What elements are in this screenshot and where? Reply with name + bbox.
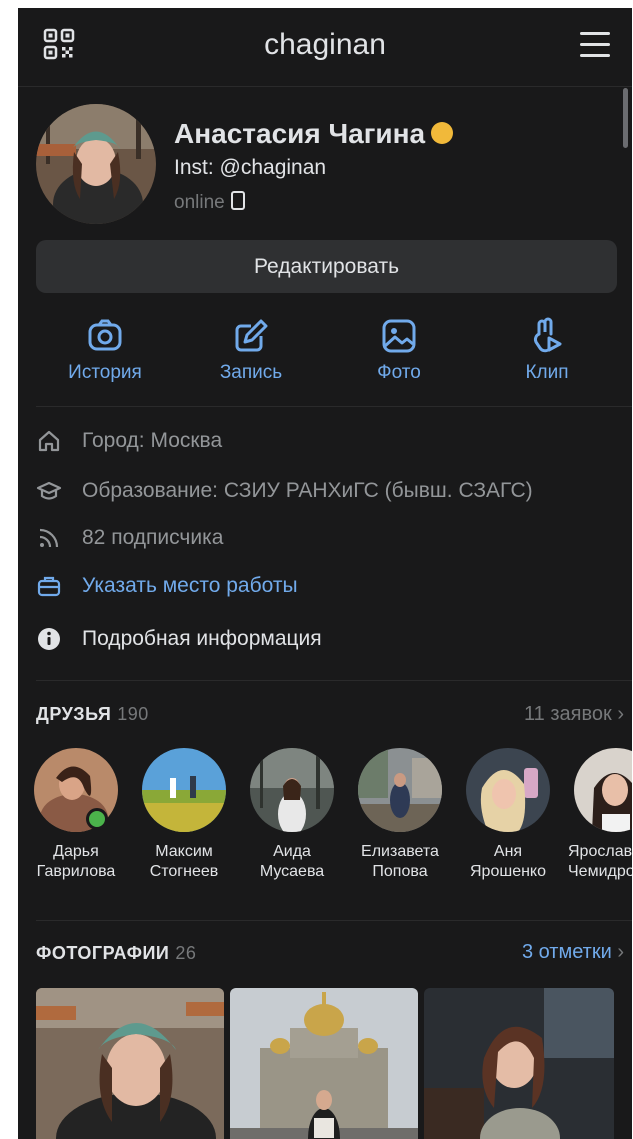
photo-thumbnail[interactable] <box>230 988 418 1139</box>
friend-name: Максим Стогнеев <box>130 842 238 882</box>
profile-status: Inst: @chaginan <box>174 156 327 179</box>
photo-tags-link[interactable]: 3 отметки › <box>522 941 624 964</box>
friend-item[interactable]: Максим Стогнеев <box>130 748 238 882</box>
chick-emoji-icon <box>431 121 454 144</box>
friends-count: 190 <box>117 704 149 724</box>
profile-screen: chaginan Анастасия Чагина Inst: @chagina… <box>18 8 632 1139</box>
info-work[interactable]: Указать место работы <box>36 571 298 601</box>
photos-title: ФОТОГРАФИИ <box>36 943 170 963</box>
friend-name: Аня Ярошенко <box>454 842 562 882</box>
more-info-text: Подробная информация <box>82 627 322 650</box>
friend-first-name: Елизавета <box>361 843 439 860</box>
photo-tags-text: 3 отметки <box>521 941 612 963</box>
friend-avatar <box>574 748 632 832</box>
profile-avatar[interactable] <box>36 104 156 224</box>
edit-profile-button[interactable]: Редактировать <box>36 240 617 293</box>
friend-avatar <box>466 748 550 832</box>
followers-text: 82 подписчика <box>82 526 224 549</box>
friend-first-name: Дарья <box>53 843 99 860</box>
friend-avatar <box>250 748 334 832</box>
online-indicator <box>86 808 108 830</box>
friend-item[interactable]: Елизавета Попова <box>346 748 454 882</box>
chevron-right-icon: › <box>617 941 624 963</box>
divider <box>36 406 632 407</box>
scrollbar[interactable] <box>623 88 628 148</box>
story-label: История <box>68 362 142 383</box>
clip-button[interactable]: Клип <box>487 316 607 384</box>
clip-icon <box>533 317 562 353</box>
photos-count: 26 <box>175 943 197 963</box>
mobile-phone-icon <box>230 191 245 211</box>
online-text: online <box>174 192 225 213</box>
friend-requests-text: 11 заявок <box>524 703 612 725</box>
friend-requests-link[interactable]: 11 заявок › <box>524 703 624 726</box>
clip-label: Клип <box>525 362 569 383</box>
post-label: Запись <box>219 362 283 383</box>
photo-label: Фото <box>377 362 421 383</box>
story-button[interactable]: История <box>45 316 165 384</box>
info-followers[interactable]: 82 подписчика <box>36 523 223 553</box>
friends-title: ДРУЗЬЯ <box>36 704 112 724</box>
work-link: Указать место работы <box>82 574 298 597</box>
briefcase-icon <box>37 576 61 597</box>
friend-name: Аида Мусаева <box>238 842 346 882</box>
info-city: Город: Москва <box>36 426 222 456</box>
info-education: Образование: СЗИУ РАНХиГС (бывш. СЗАГС) <box>36 476 533 506</box>
top-bar: chaginan <box>18 8 632 86</box>
photo-thumbnail[interactable] <box>36 988 224 1139</box>
education-text: Образование: СЗИУ РАНХиГС (бывш. СЗАГС) <box>82 479 533 502</box>
city-text: Город: Москва <box>82 429 223 452</box>
friend-last-name: Стогнеев <box>149 863 219 880</box>
friend-first-name: Ярослава <box>568 843 632 860</box>
friend-first-name: Максим <box>155 843 213 860</box>
post-button[interactable]: Запись <box>191 316 311 384</box>
info-more[interactable]: Подробная информация <box>36 624 322 654</box>
friend-name: Елизавета Попова <box>346 842 454 882</box>
quick-actions: История Запись Фото Клип <box>18 316 632 398</box>
friend-last-name: Мусаева <box>259 863 325 880</box>
rss-icon <box>39 528 59 548</box>
friend-avatar <box>142 748 226 832</box>
online-status: online <box>174 191 245 214</box>
friend-first-name: Аня <box>493 843 523 860</box>
friend-avatar <box>358 748 442 832</box>
friend-last-name: Попова <box>372 863 428 880</box>
friend-item[interactable]: Ярослава Чемидронова <box>562 748 632 882</box>
friend-last-name: Гаврилова <box>36 863 116 880</box>
chevron-right-icon: › <box>617 703 624 725</box>
menu-icon[interactable] <box>580 32 610 58</box>
friend-name: Ярослава Чемидронова <box>562 842 632 882</box>
friend-last-name: Ярошенко <box>470 863 546 880</box>
graduation-cap-icon <box>36 481 62 500</box>
info-icon <box>38 628 60 650</box>
camera-icon <box>88 319 122 351</box>
friend-item[interactable]: Дарья Гаврилова <box>22 748 130 882</box>
divider <box>36 920 632 921</box>
friend-item[interactable]: Аида Мусаева <box>238 748 346 882</box>
friend-first-name: Аида <box>273 843 311 860</box>
photo-icon <box>382 319 416 353</box>
photos-header[interactable]: ФОТОГРАФИИ 26 <box>36 943 196 964</box>
home-icon <box>38 430 60 452</box>
edit-icon <box>235 319 268 352</box>
page-title: chaginan <box>264 28 386 61</box>
top-divider <box>18 86 632 87</box>
photo-button[interactable]: Фото <box>339 316 459 384</box>
friends-header[interactable]: ДРУЗЬЯ 190 <box>36 704 149 725</box>
friend-item[interactable]: Аня Ярошенко <box>454 748 562 882</box>
friend-last-name: Чемидронова <box>568 863 632 880</box>
profile-name-text: Анастасия Чагина <box>174 118 426 149</box>
profile-name: Анастасия Чагина <box>174 118 454 150</box>
photo-thumbnail[interactable] <box>424 988 614 1139</box>
divider <box>36 680 632 681</box>
friend-name: Дарья Гаврилова <box>22 842 130 882</box>
